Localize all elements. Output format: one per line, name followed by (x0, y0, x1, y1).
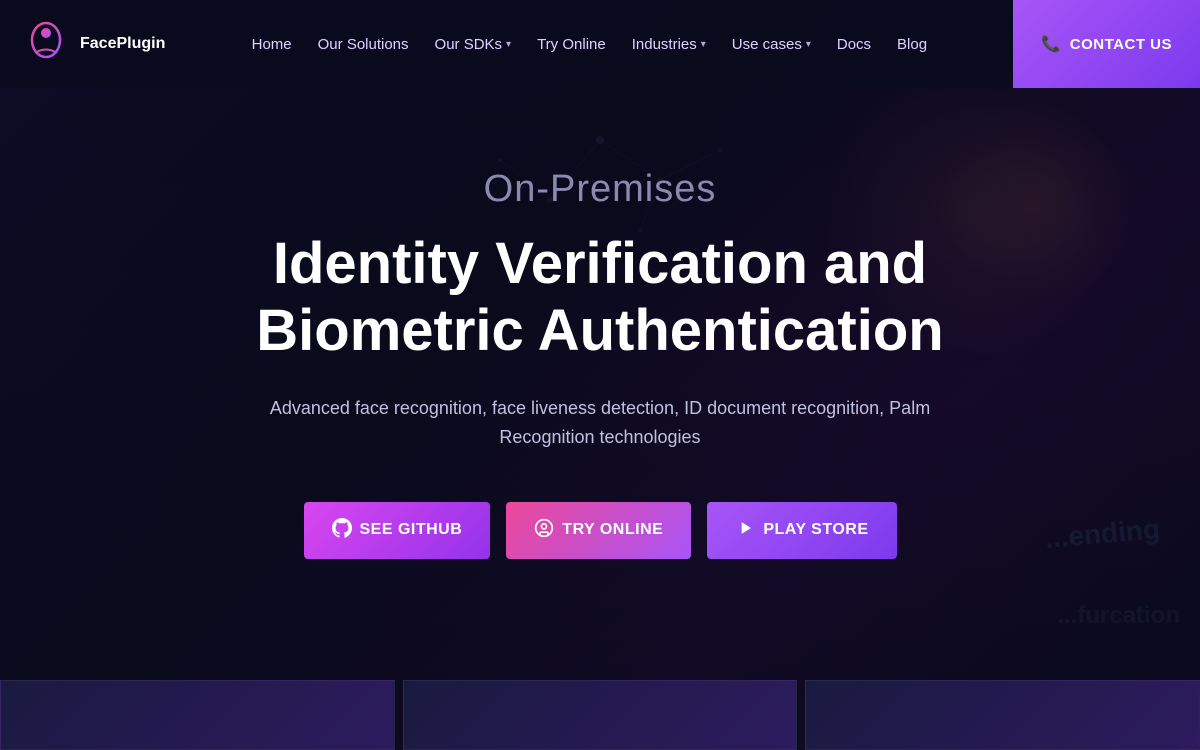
try-online-button-label: TRY ONLINE (562, 521, 663, 539)
card-strip-2 (403, 680, 798, 750)
try-online-button[interactable]: TRY ONLINE (506, 502, 691, 559)
chevron-down-icon-2: ▾ (701, 39, 706, 50)
nav-industries[interactable]: Industries ▾ (622, 30, 716, 59)
hero-description: Advanced face recognition, face liveness… (260, 394, 940, 452)
hero-section: On-Premises Identity Verification and Bi… (0, 88, 1200, 559)
navbar: FacePlugin Home Our Solutions Our SDKs ▾… (0, 0, 1200, 88)
nav-docs[interactable]: Docs (827, 30, 881, 59)
contact-button[interactable]: 📞 CONTACT US (1013, 0, 1200, 88)
logo-icon (20, 18, 72, 70)
nav-try-online[interactable]: Try Online (527, 30, 616, 59)
cards-strip (0, 680, 1200, 750)
github-button-label: SEE GITHUB (360, 521, 463, 539)
nav-blog[interactable]: Blog (887, 30, 937, 59)
hero-title: Identity Verification and Biometric Auth… (150, 231, 1050, 364)
phone-icon: 📞 (1041, 34, 1061, 54)
logo-link[interactable]: FacePlugin (20, 18, 165, 70)
nav-sdks[interactable]: Our SDKs ▾ (425, 30, 522, 59)
nav-solutions[interactable]: Our Solutions (308, 30, 419, 59)
chevron-down-icon: ▾ (506, 39, 511, 50)
cta-buttons: SEE GITHUB TRY ONLINE Play Store (304, 502, 897, 559)
github-button[interactable]: SEE GITHUB (304, 502, 491, 559)
github-icon (332, 518, 352, 543)
play-icon (735, 518, 755, 543)
nav-links: Home Our Solutions Our SDKs ▾ Try Online… (165, 30, 1013, 59)
card-strip-3 (805, 680, 1200, 750)
nav-use-cases[interactable]: Use cases ▾ (722, 30, 821, 59)
hero-subtitle: On-Premises (484, 168, 717, 211)
logo-text: FacePlugin (80, 35, 165, 53)
try-online-icon (534, 518, 554, 543)
play-store-button[interactable]: Play Store (707, 502, 896, 559)
card-strip-1 (0, 680, 395, 750)
nav-home[interactable]: Home (242, 30, 302, 59)
play-store-button-label: Play Store (763, 521, 868, 539)
chevron-down-icon-3: ▾ (806, 39, 811, 50)
